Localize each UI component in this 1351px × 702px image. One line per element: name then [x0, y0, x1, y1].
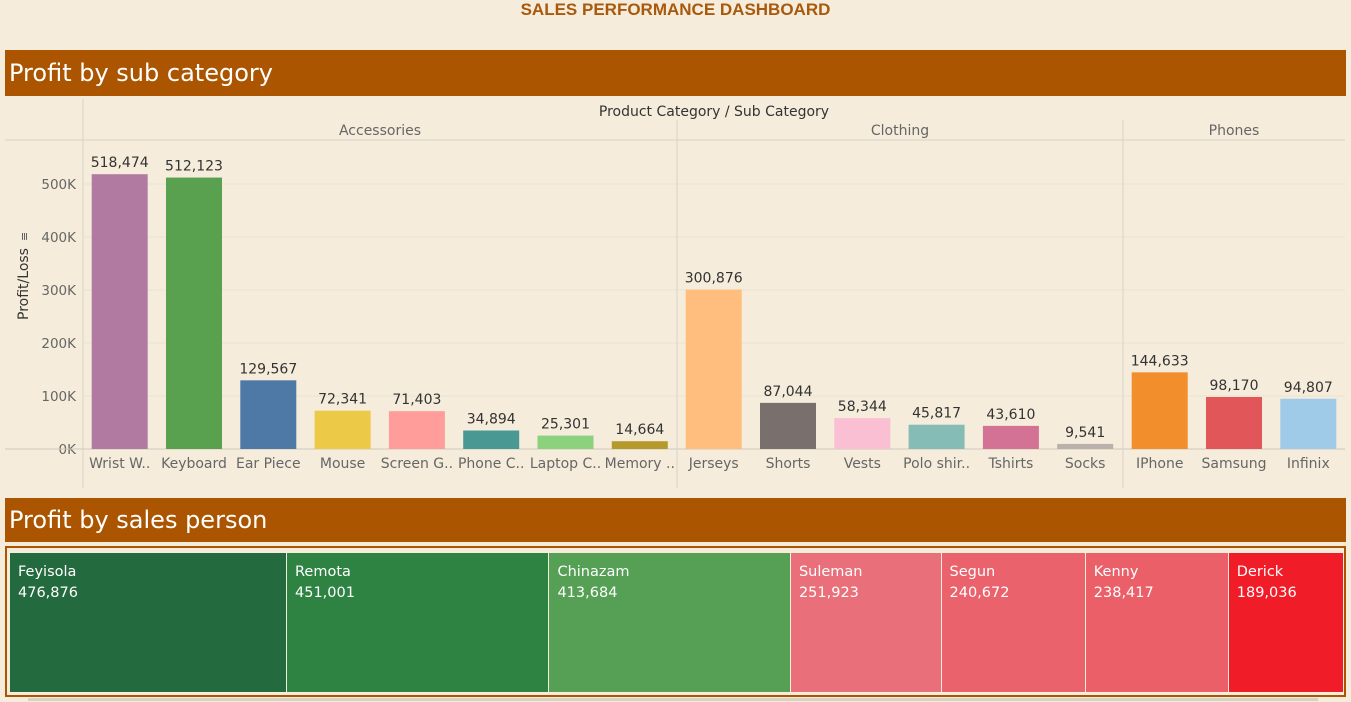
x-tick-label: Shorts	[766, 456, 811, 472]
horizontal-scrollbar[interactable]	[28, 698, 1318, 701]
treemap-cell-name: Chinazam	[557, 564, 630, 580]
profit-by-sales-person-banner: Profit by sales person	[5, 498, 1346, 542]
group-label-1: Clothing	[871, 123, 929, 139]
x-tick-label: Screen G..	[381, 456, 453, 472]
sort-icon: ≡	[18, 232, 31, 241]
treemap-cell-suleman: Suleman 251,923	[790, 553, 942, 692]
treemap-cell-segun: Segun 240,672	[941, 553, 1086, 692]
bar-keyboard	[166, 177, 222, 449]
bar-laptop-c-	[537, 435, 594, 449]
treemap-cell-name: Segun	[949, 564, 996, 580]
treemap-cell-value: 451,001	[295, 585, 355, 601]
treemap-cell-value: 240,672	[949, 585, 1010, 601]
bar-tshirts	[982, 425, 1039, 449]
x-tick-label: Polo shir..	[903, 456, 970, 472]
data-label: 71,403	[392, 392, 441, 408]
x-tick-label: Vests	[844, 456, 881, 472]
y-tick-label: 300K	[41, 283, 77, 299]
bar-mouse	[314, 410, 371, 449]
chart-header: Product Category / Sub Category	[599, 104, 829, 120]
x-tick-label: Socks	[1065, 456, 1106, 472]
bar-shorts	[760, 402, 816, 449]
dashboard-title: SALES PERFORMANCE DASHBOARD	[520, 0, 831, 19]
data-label: 98,170	[1210, 378, 1259, 394]
x-tick-label: Infinix	[1287, 456, 1330, 472]
y-tick-label: 100K	[41, 389, 77, 405]
data-label: 87,044	[764, 384, 813, 400]
group-label-2: Phones	[1209, 123, 1260, 139]
data-label: 129,567	[239, 361, 297, 377]
treemap-cell-value: 238,417	[1093, 585, 1154, 601]
x-tick-label: Laptop C..	[530, 456, 601, 472]
treemap-cell-name: Derick	[1236, 564, 1284, 580]
data-label: 43,610	[986, 407, 1035, 423]
x-tick-label: Keyboard	[161, 456, 227, 472]
treemap-cell-remota: Remota 451,001	[287, 553, 550, 692]
data-label: 58,344	[838, 399, 887, 415]
x-tick-label: Samsung	[1201, 456, 1266, 472]
data-label: 512,123	[165, 159, 223, 175]
treemap-cell-kenny: Kenny 238,417	[1085, 553, 1229, 692]
treemap-cell-value: 413,684	[557, 585, 618, 601]
data-label: 94,807	[1284, 380, 1333, 396]
data-label: 34,894	[467, 412, 516, 428]
treemap-cell-name: Remota	[295, 564, 351, 580]
y-tick-label: 400K	[41, 230, 77, 246]
treemap-cell-name: Suleman	[798, 564, 863, 580]
data-label: 300,876	[685, 271, 743, 287]
x-tick-label: Tshirts	[987, 456, 1033, 472]
x-tick-label: Wrist W..	[89, 456, 150, 472]
treemap-cell-value: 189,036	[1236, 585, 1297, 601]
data-label: 45,817	[912, 406, 961, 422]
data-label: 72,341	[318, 392, 367, 408]
data-label: 144,633	[1131, 353, 1189, 369]
data-label: 9,541	[1065, 425, 1105, 441]
treemap-cell-value: 251,923	[798, 585, 859, 601]
treemap-cell-chinazam: Chinazam 413,684	[549, 553, 791, 692]
bar-socks	[1057, 443, 1114, 449]
x-tick-label: Mouse	[320, 456, 365, 472]
bar-iphone	[1131, 372, 1188, 449]
y-tick-label: 500K	[41, 177, 77, 193]
y-axis-label: Profit/Loss	[16, 248, 32, 320]
treemap-cell-derick: Derick 189,036	[1228, 553, 1344, 692]
profit-bar-chart: Product Category / Sub Category 0K 100K 200…	[5, 99, 1345, 488]
bar-vests	[834, 418, 891, 449]
y-tick-label: 200K	[41, 336, 77, 352]
y-tick-label: 0K	[59, 442, 78, 458]
bar-jerseys	[685, 289, 742, 449]
bar-memory-	[611, 441, 668, 449]
treemap-cell-name: Feyisola	[18, 564, 77, 580]
x-tick-label: Ear Piece	[236, 456, 301, 472]
bar-infinix	[1280, 398, 1337, 449]
sales-person-treemap: Feyisola 476,876 Remota 451,001 Chinazam 413,…	[5, 546, 1346, 697]
treemap-cells: Feyisola 476,876 Remota 451,001 Chinazam 413,…	[10, 553, 1344, 692]
bar-ear-piece	[240, 380, 297, 449]
x-tick-label: Phone C..	[458, 456, 525, 472]
bar-screen-g-	[388, 411, 445, 449]
data-label: 518,474	[91, 155, 149, 171]
treemap-cell-name: Kenny	[1093, 564, 1139, 580]
bar-phone-c-	[463, 430, 520, 449]
group-label-0: Accessories	[339, 123, 421, 139]
bar-polo-shir-	[908, 424, 965, 449]
banner-title: Profit by sub category	[9, 59, 273, 87]
data-label: 25,301	[541, 417, 590, 433]
x-tick-label: IPhone	[1136, 456, 1184, 472]
banner-title: Profit by sales person	[9, 506, 268, 534]
bar-wrist-w-	[91, 174, 148, 449]
treemap-cell-feyisola: Feyisola 476,876	[10, 553, 287, 692]
data-label: 14,664	[615, 422, 664, 438]
x-tick-label: Memory ..	[605, 456, 675, 472]
x-tick-label: Jerseys	[688, 456, 739, 472]
bar-samsung	[1206, 396, 1262, 449]
treemap-cell-value: 476,876	[18, 585, 78, 601]
profit-by-sub-category-banner: Profit by sub category	[5, 50, 1346, 96]
